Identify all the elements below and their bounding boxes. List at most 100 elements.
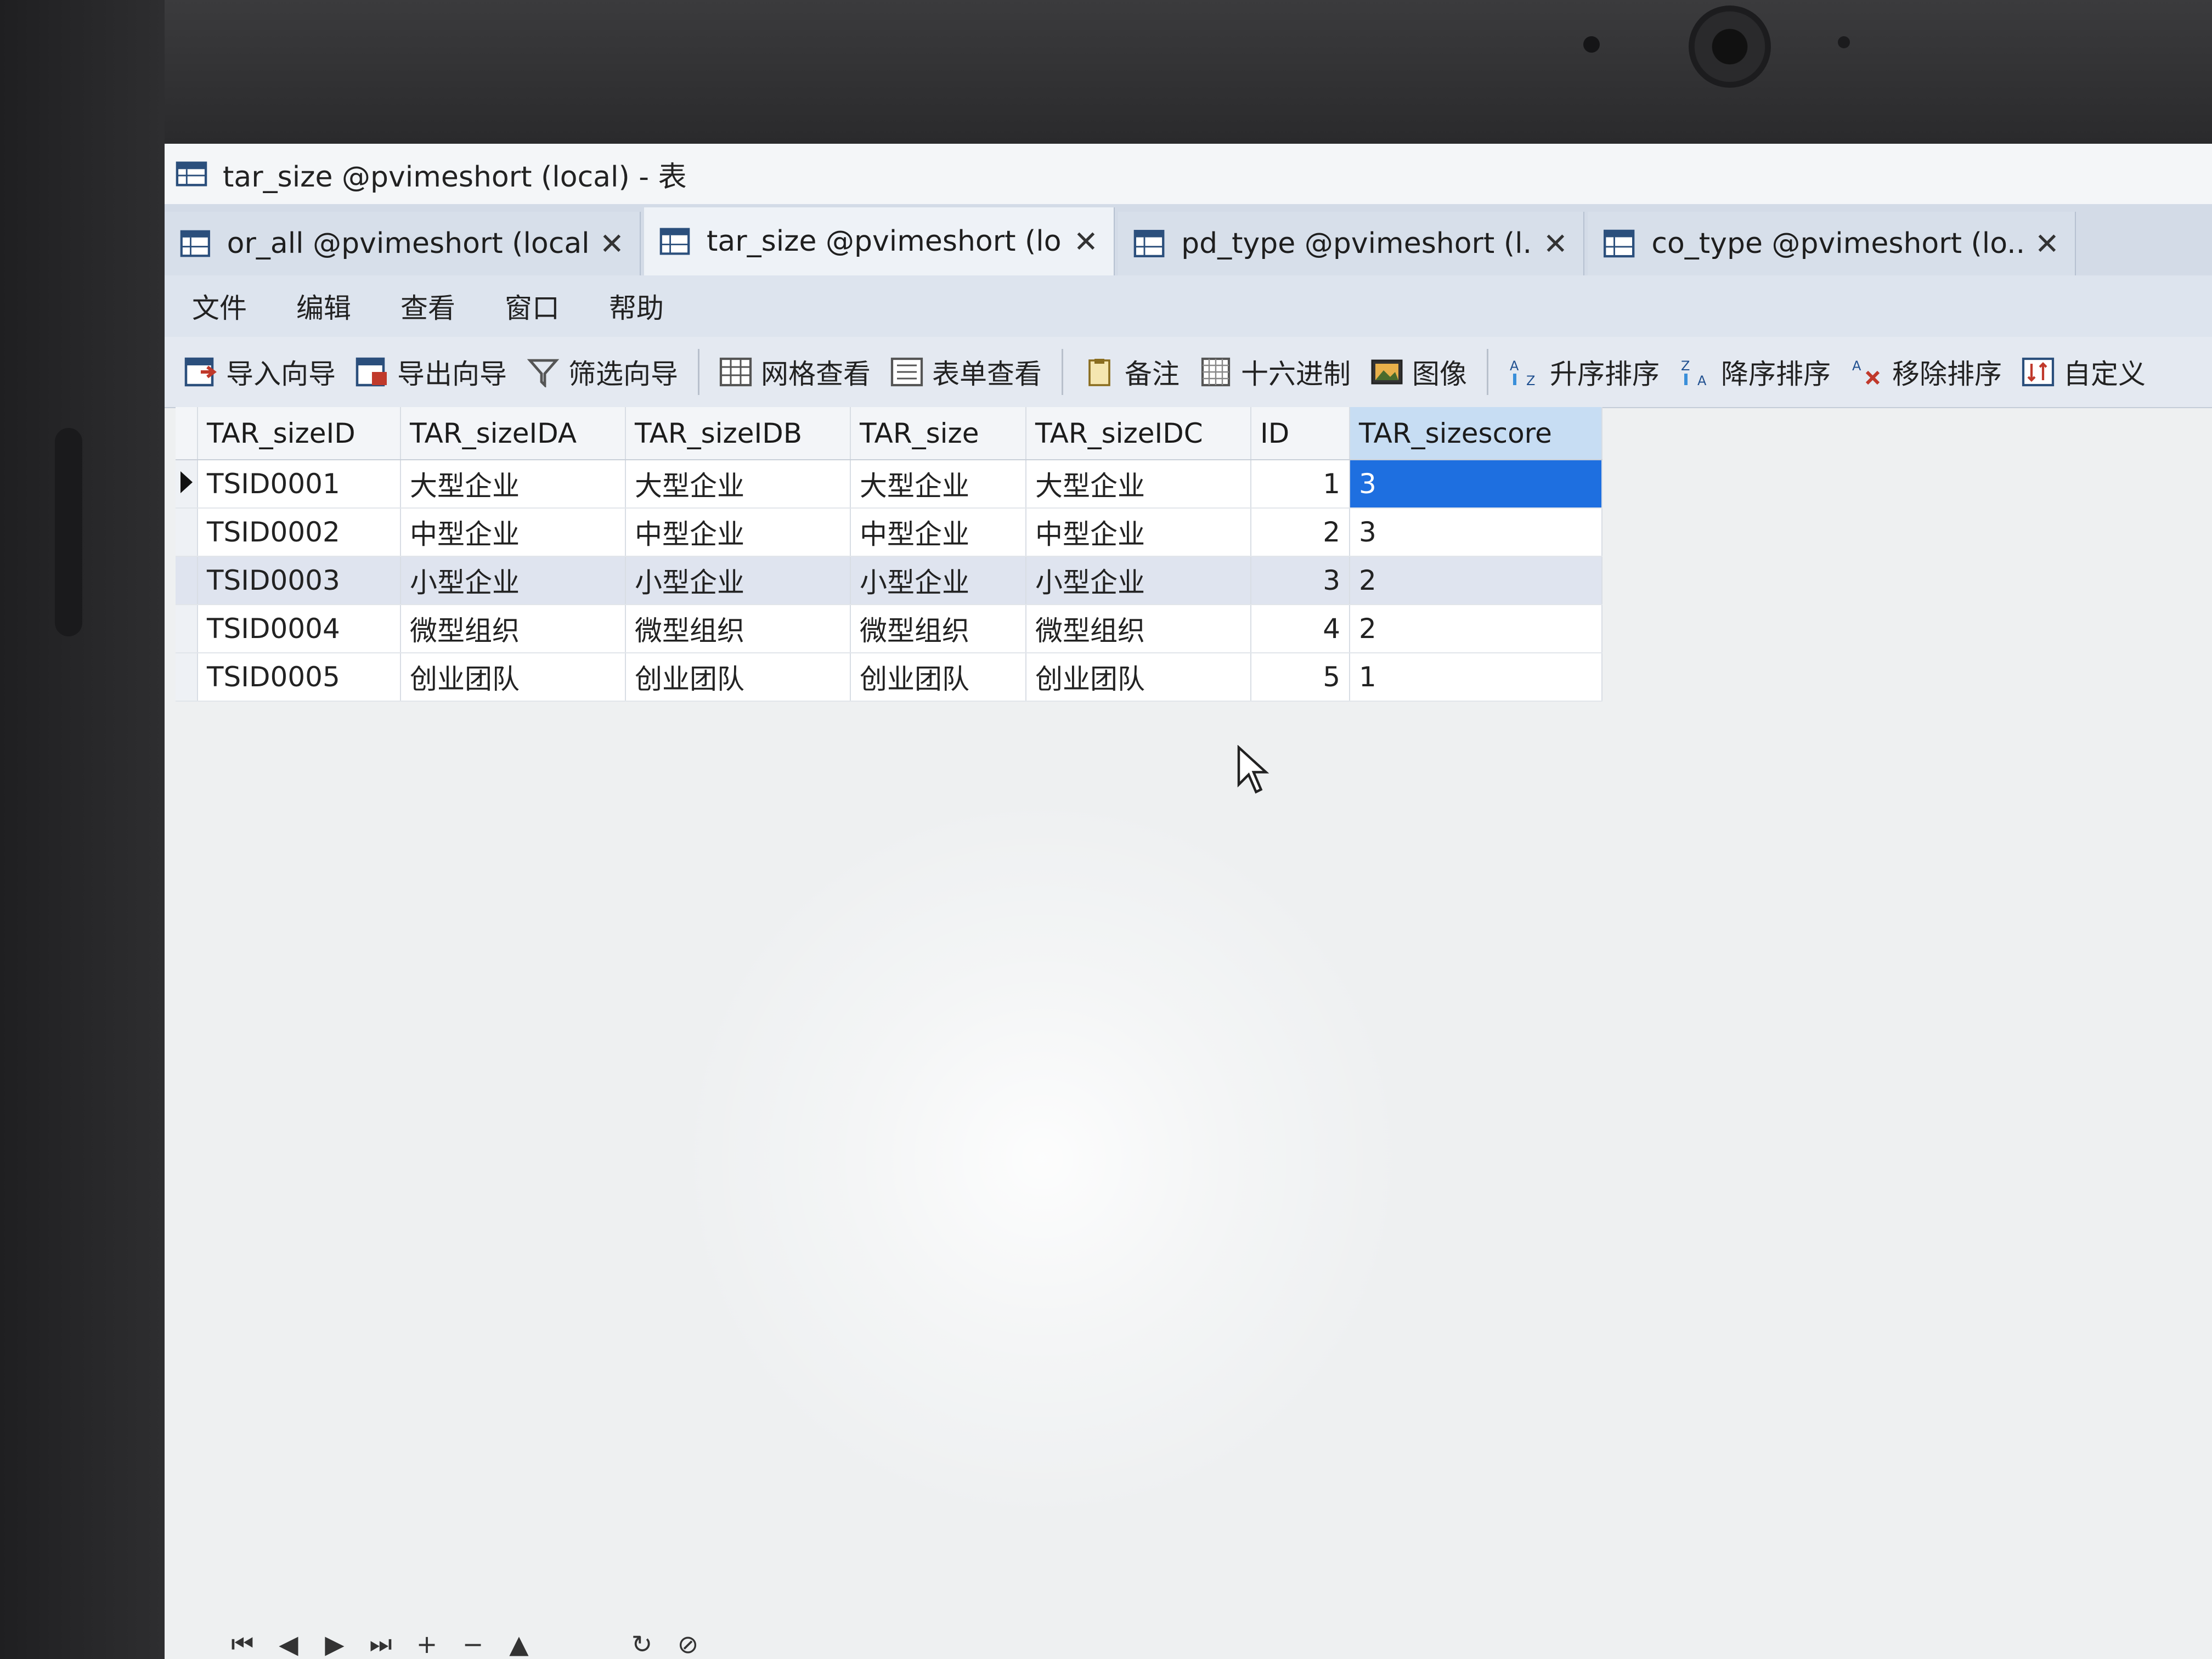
custom-sort-button[interactable]: 自定义	[2022, 352, 2146, 392]
cell[interactable]: 创业团队	[1026, 653, 1251, 702]
table-row[interactable]: TSID0002 中型企业 中型企业 中型企业 中型企业 2 3	[176, 508, 1602, 557]
last-record-button[interactable]: ⏭	[358, 1629, 404, 1659]
import-wizard-button[interactable]: 导入向导	[184, 352, 336, 392]
cell[interactable]: 1	[1251, 460, 1350, 509]
toolbar-separator	[1062, 349, 1063, 395]
table-window-icon	[176, 161, 207, 187]
grid-header-row: TAR_sizeID TAR_sizeIDA TAR_sizeIDB TAR_s…	[176, 407, 1602, 460]
hex-button[interactable]: 十六进制	[1199, 352, 1351, 392]
row-selector[interactable]	[176, 653, 198, 702]
cell[interactable]: 中型企业	[850, 508, 1026, 557]
cell[interactable]: 大型企业	[625, 460, 851, 509]
memo-button[interactable]: 备注	[1083, 352, 1180, 392]
row-selector[interactable]	[176, 556, 198, 605]
menu-view[interactable]: 查看	[400, 286, 455, 326]
sort-ascending-button[interactable]: AZ 升序排序	[1508, 352, 1660, 392]
first-record-button[interactable]: ⏮	[219, 1629, 266, 1659]
menu-help[interactable]: 帮助	[609, 286, 664, 326]
cell[interactable]: TSID0005	[198, 653, 401, 702]
row-selector[interactable]	[176, 460, 198, 509]
cell[interactable]: 4	[1251, 605, 1350, 653]
cell[interactable]: 中型企业	[1026, 508, 1251, 557]
row-selector[interactable]	[176, 508, 198, 557]
sort-ascending-icon: AZ	[1510, 358, 1535, 387]
form-view-button[interactable]: 表单查看	[890, 352, 1042, 392]
selected-cell[interactable]: 3	[1350, 460, 1602, 509]
cell[interactable]: 中型企业	[625, 508, 851, 557]
menu-file[interactable]: 文件	[192, 286, 247, 326]
import-wizard-icon	[184, 357, 217, 387]
toolbar-separator	[698, 349, 699, 395]
cell[interactable]: 创业团队	[400, 653, 626, 702]
cell[interactable]: 中型企业	[400, 508, 626, 557]
previous-record-button[interactable]: ◀	[266, 1629, 312, 1659]
delete-record-button[interactable]: −	[450, 1629, 496, 1659]
grid-view-button[interactable]: 网格查看	[719, 352, 871, 392]
cell[interactable]: 5	[1251, 653, 1350, 702]
table-row[interactable]: TSID0005 创业团队 创业团队 创业团队 创业团队 5 1	[176, 653, 1602, 702]
cell[interactable]: 2	[1251, 508, 1350, 557]
remove-sort-button[interactable]: A 移除排序	[1850, 352, 2002, 392]
cell[interactable]: 大型企业	[1026, 460, 1251, 509]
screen-glare	[658, 802, 1426, 1515]
tab-tar-size[interactable]: tar_size @pvimeshort (lo... ✕	[644, 207, 1115, 275]
cell[interactable]: 1	[1350, 653, 1602, 702]
tool-label: 升序排序	[1550, 358, 1660, 390]
close-icon[interactable]: ✕	[2024, 227, 2059, 261]
cell[interactable]: 微型组织	[625, 605, 851, 653]
column-header[interactable]: TAR_sizeIDC	[1026, 407, 1251, 460]
cell[interactable]: TSID0003	[198, 556, 401, 605]
sort-descending-button[interactable]: ZA 降序排序	[1679, 352, 1831, 392]
cell[interactable]: 微型组织	[1026, 605, 1251, 653]
cell[interactable]: 小型企业	[400, 556, 626, 605]
cell[interactable]: 3	[1350, 508, 1602, 557]
tab-label: tar_size @pvimeshort (lo...	[706, 225, 1063, 258]
add-record-button[interactable]: +	[404, 1629, 450, 1659]
row-selector[interactable]	[176, 605, 198, 653]
cell[interactable]: 小型企业	[850, 556, 1026, 605]
custom-sort-icon	[2022, 357, 2055, 387]
cell[interactable]: 2	[1350, 605, 1602, 653]
cell[interactable]: 2	[1350, 556, 1602, 605]
column-header[interactable]: TAR_sizeIDB	[625, 407, 851, 460]
table-row[interactable]: TSID0001 大型企业 大型企业 大型企业 大型企业 1 3	[176, 460, 1602, 509]
cell[interactable]: 3	[1251, 556, 1350, 605]
stop-button[interactable]: ⊘	[665, 1629, 711, 1659]
menu-edit[interactable]: 编辑	[296, 286, 351, 326]
sensor-right	[1838, 36, 1850, 48]
tool-label: 表单查看	[932, 358, 1042, 390]
cell[interactable]: 创业团队	[625, 653, 851, 702]
cell[interactable]: 微型组织	[400, 605, 626, 653]
next-record-button[interactable]: ▶	[312, 1629, 358, 1659]
close-icon[interactable]: ✕	[1063, 224, 1098, 259]
table-row[interactable]: TSID0003 小型企业 小型企业 小型企业 小型企业 3 2	[176, 556, 1602, 605]
cell[interactable]: 小型企业	[625, 556, 851, 605]
column-header[interactable]: ID	[1251, 407, 1350, 460]
cell[interactable]: 小型企业	[1026, 556, 1251, 605]
image-button[interactable]: 图像	[1370, 352, 1467, 392]
column-header[interactable]: TAR_sizescore	[1350, 407, 1602, 460]
table-row[interactable]: TSID0004 微型组织 微型组织 微型组织 微型组织 4 2	[176, 605, 1602, 653]
cell[interactable]: TSID0002	[198, 508, 401, 557]
tab-or-all[interactable]: or_all @pvimeshort (local... ✕	[165, 212, 641, 275]
close-icon[interactable]: ✕	[1532, 227, 1568, 261]
export-wizard-button[interactable]: 导出向导	[356, 352, 507, 392]
toolbar: 导入向导 导出向导 筛选向导 网格查看 表单查看 备注 十六进制 图像 A Z …	[165, 337, 2212, 408]
menu-window[interactable]: 窗口	[505, 286, 560, 326]
refresh-button[interactable]: ↻	[619, 1629, 665, 1659]
cell[interactable]: TSID0004	[198, 605, 401, 653]
column-header[interactable]: TAR_size	[850, 407, 1026, 460]
column-header[interactable]: TAR_sizeID	[198, 407, 401, 460]
close-icon[interactable]: ✕	[589, 227, 624, 261]
apply-changes-button[interactable]: ▲	[496, 1629, 542, 1659]
document-tabs: or_all @pvimeshort (local... ✕ tar_size …	[165, 204, 2212, 275]
cell[interactable]: 微型组织	[850, 605, 1026, 653]
column-header[interactable]: TAR_sizeIDA	[400, 407, 626, 460]
cell[interactable]: 大型企业	[850, 460, 1026, 509]
filter-wizard-button[interactable]: 筛选向导	[527, 352, 678, 392]
cell[interactable]: TSID0001	[198, 460, 401, 509]
tab-co-type[interactable]: co_type @pvimeshort (lo... ✕	[1588, 212, 2076, 275]
cell[interactable]: 大型企业	[400, 460, 626, 509]
cell[interactable]: 创业团队	[850, 653, 1026, 702]
tab-pd-type[interactable]: pd_type @pvimeshort (l... ✕	[1118, 212, 1584, 275]
